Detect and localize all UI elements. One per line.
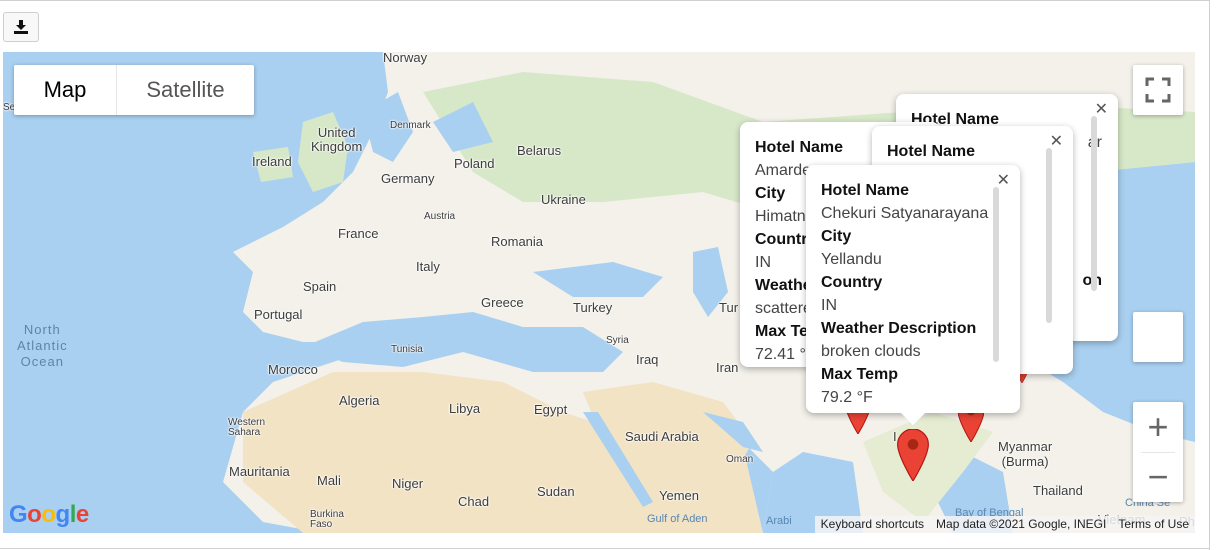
label-north-atlantic: North Atlantic Ocean (17, 322, 68, 369)
info-value: 79.2 °F (821, 389, 873, 406)
label-norway: Norway (383, 52, 428, 65)
zoom-control: + − (1133, 402, 1183, 502)
label-spain: Spain (303, 279, 337, 294)
label-gulf-of-aden: Gulf of Aden (647, 513, 708, 525)
close-icon[interactable]: ✕ (997, 170, 1010, 190)
label-yemen: Yemen (659, 488, 699, 503)
info-window-tail (901, 413, 925, 425)
scrollbar[interactable] (1046, 148, 1052, 323)
label-iran: Iran (716, 360, 739, 375)
scrollbar[interactable] (993, 187, 999, 362)
map-marker-pin[interactable] (897, 429, 929, 481)
label-belarus: Belarus (517, 143, 562, 158)
label-romania: Romania (491, 234, 544, 249)
label-libya: Libya (449, 401, 481, 416)
street-view-control[interactable] (1133, 312, 1183, 362)
label-portugal: Portugal (254, 307, 303, 322)
label-tur: Tur (719, 300, 739, 315)
label-turkey: Turkey (573, 300, 613, 315)
label-mali: Mali (317, 473, 341, 488)
attribution-bar: Keyboard shortcuts Map data ©2021 Google… (814, 516, 1195, 533)
label-algeria: Algeria (339, 393, 380, 408)
label-ukraine: Ukraine (541, 192, 586, 207)
label-denmark: Denmark (390, 120, 431, 131)
label-egypt: Egypt (534, 402, 568, 417)
label-oman: Oman (726, 454, 754, 465)
terms-of-use-link[interactable]: Terms of Use (1112, 516, 1195, 533)
label-germany: Germany (381, 171, 435, 186)
label-greece: Greece (481, 295, 524, 310)
info-key: Hotel Name (887, 143, 976, 160)
google-logo: Google (9, 501, 89, 528)
map-view[interactable]: Norway Denmark United Kingdom Ireland Po… (3, 52, 1195, 533)
label-sudan: Sudan (537, 484, 575, 499)
info-key: Weather Description (821, 320, 977, 337)
info-value: IN (821, 297, 837, 314)
label-chad: Chad (458, 494, 490, 509)
download-icon (14, 20, 28, 34)
map-type-map-button[interactable]: Map (14, 65, 116, 115)
fullscreen-button[interactable] (1133, 65, 1183, 115)
label-saudi-arabia: Saudi Arabia (625, 429, 699, 444)
close-icon[interactable]: ✕ (1095, 99, 1108, 119)
info-window: ✕ Hotel Name Chekuri Satyanarayana City … (806, 165, 1020, 413)
zoom-divider (1141, 452, 1175, 453)
label-iraq: Iraq (636, 352, 659, 367)
label-morocco: Morocco (268, 362, 318, 377)
map-data-text: Map data ©2021 Google, INEGI (930, 516, 1113, 533)
zoom-in-button[interactable]: + (1133, 402, 1183, 452)
map-type-satellite-button[interactable]: Satellite (116, 65, 254, 115)
info-key: Country (821, 274, 883, 291)
label-western-sahara: Western Sahara (228, 417, 266, 438)
label-france: France (338, 226, 379, 241)
info-value: Chekuri Satyanarayana (821, 205, 989, 222)
label-thailand: Thailand (1033, 483, 1083, 498)
label-italy: Italy (416, 259, 440, 274)
label-syria: Syria (606, 335, 629, 346)
label-niger: Niger (392, 476, 424, 491)
label-arabi: Arabi (766, 515, 792, 527)
label-united-kingdom: United Kingdom (311, 125, 363, 154)
label-mauritania: Mauritania (229, 464, 290, 479)
fullscreen-icon (1145, 77, 1171, 103)
label-austria: Austria (424, 211, 456, 222)
info-key: Max Temp (821, 366, 899, 383)
close-icon[interactable]: ✕ (1050, 131, 1063, 151)
scrollbar[interactable] (1091, 116, 1097, 291)
label-burkina-faso: Burkina Faso (310, 509, 344, 530)
zoom-out-button[interactable]: − (1133, 452, 1183, 502)
info-value: broken clouds (821, 343, 921, 360)
label-myanmar: Myanmar (Burma) (998, 439, 1053, 469)
download-button[interactable] (3, 12, 39, 42)
label-ireland: Ireland (252, 154, 292, 169)
info-value: Yellandu (821, 251, 882, 268)
info-key: Hotel Name (821, 182, 910, 199)
info-key: City (821, 228, 852, 245)
label-poland: Poland (454, 156, 495, 171)
label-tunisia: Tunisia (391, 344, 423, 355)
keyboard-shortcuts-link[interactable]: Keyboard shortcuts (814, 516, 931, 533)
map-type-control: Map Satellite (14, 65, 254, 115)
